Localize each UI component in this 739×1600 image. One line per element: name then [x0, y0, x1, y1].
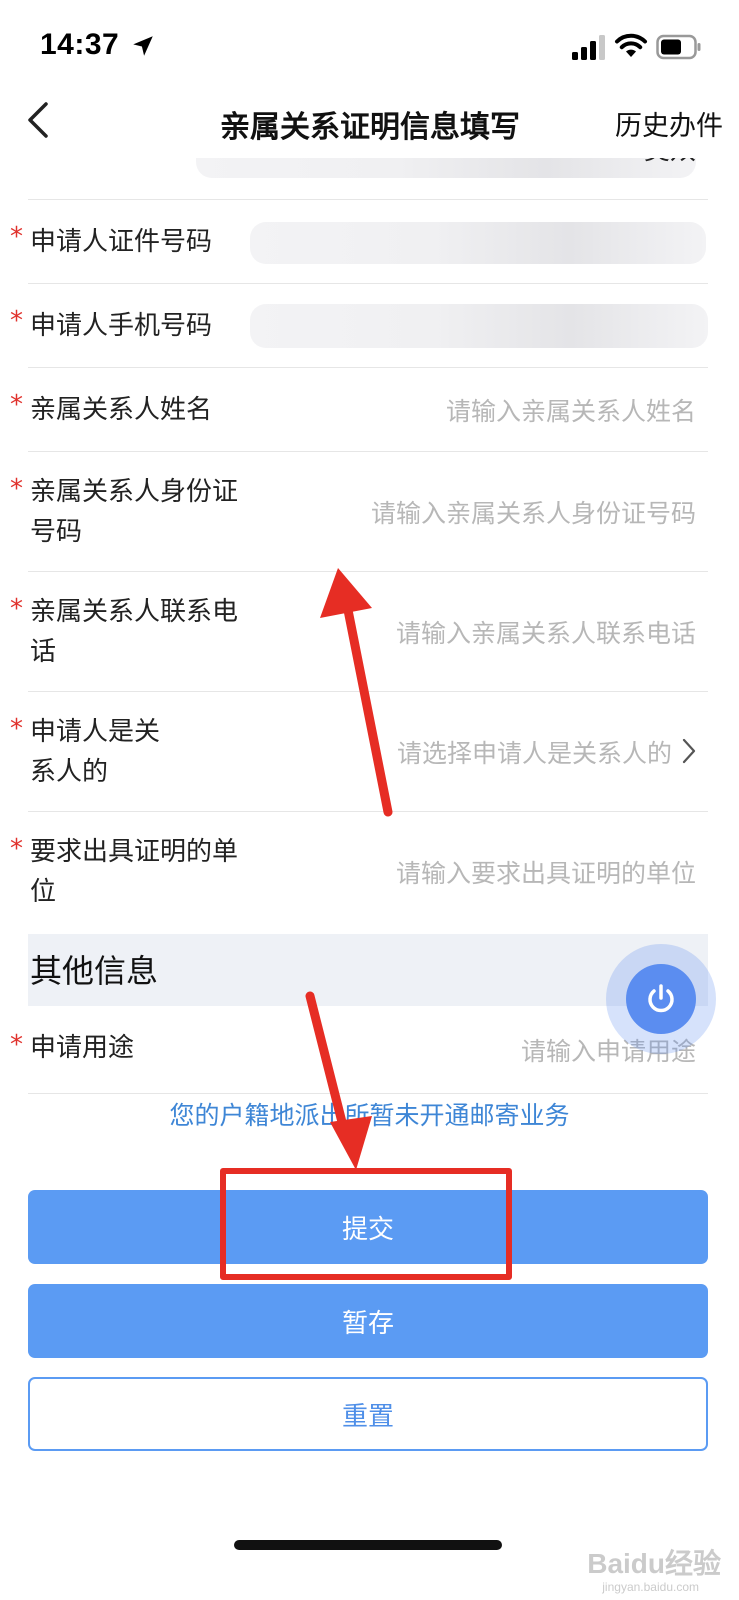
issuing-unit-input[interactable]: 请输入要求出具证明的单位	[396, 854, 696, 890]
reset-button[interactable]: 重置	[28, 1377, 708, 1451]
applicant-phone-row[interactable]: * 申请人手机号码	[10, 284, 708, 368]
required-mark: *	[10, 1030, 23, 1060]
relative-phone-label: 亲属关系人联系电话	[30, 597, 239, 667]
submit-highlight-box	[220, 1168, 512, 1280]
nav-bar: 亲属关系证明信息填写 历史办件	[0, 92, 739, 158]
baidu-jingyan-watermark: Baidu经验	[587, 1548, 721, 1579]
relative-name-input[interactable]: 请输入亲属关系人姓名	[446, 392, 696, 428]
save-draft-button[interactable]: 暂存	[28, 1284, 708, 1358]
chevron-right-icon	[682, 738, 696, 764]
relation-select[interactable]: 请选择申请人是关系人的	[397, 734, 672, 770]
relative-id-label: 亲属关系人身份证号码	[30, 477, 239, 547]
floating-assist-inner	[626, 964, 696, 1034]
relative-name-row[interactable]: * 亲属关系人姓名 请输入亲属关系人姓名	[10, 368, 708, 452]
required-mark: *	[10, 222, 23, 252]
relative-id-input[interactable]: 请输入亲属关系人身份证号码	[371, 494, 696, 530]
status-bar: 14:37	[0, 0, 739, 92]
required-mark: *	[10, 714, 23, 744]
applicant-name-field[interactable]	[196, 158, 696, 178]
issuing-unit-label: 要求出具证明的单位	[30, 837, 239, 907]
required-mark: *	[10, 390, 23, 420]
cellular-signal-icon	[572, 35, 605, 60]
relative-name-label: 亲属关系人姓名	[30, 395, 213, 425]
applicant-phone-label: 申请人手机号码	[30, 311, 213, 341]
issuing-unit-row[interactable]: * 要求出具证明的单位 请输入要求出具证明的单位	[10, 812, 708, 934]
required-mark: *	[10, 474, 23, 504]
applicant-name-row[interactable]: * 申请人姓名 吴双	[28, 158, 708, 200]
relative-phone-input[interactable]: 请输入亲属关系人联系电话	[396, 614, 696, 650]
required-mark: *	[10, 306, 23, 336]
required-mark: *	[10, 834, 23, 864]
battery-icon	[656, 34, 701, 60]
purpose-label: 申请用途	[30, 1033, 135, 1063]
applicant-name-value: 吴双	[644, 158, 696, 167]
relation-select-row[interactable]: * 申请人是关系人的 请选择申请人是关系人的	[10, 692, 708, 812]
section-title: 其他信息	[30, 952, 159, 990]
applicant-phone-field-blurred[interactable]	[250, 304, 708, 348]
applicant-id-label: 申请人证件号码	[30, 227, 213, 257]
wifi-icon	[615, 33, 647, 57]
back-chevron-icon[interactable]	[20, 98, 60, 142]
status-time: 14:37	[40, 28, 120, 61]
watermark-url: jingyan.baidu.com	[602, 1580, 699, 1594]
mail-notice: 您的户籍地派出所暂未开通邮寄业务	[169, 1101, 570, 1130]
applicant-id-field-blurred[interactable]	[250, 222, 706, 264]
page-title: 亲属关系证明信息填写	[220, 110, 520, 145]
applicant-id-row[interactable]: * 申请人证件号码	[10, 200, 708, 284]
required-mark: *	[10, 594, 23, 624]
floating-assist-button[interactable]	[606, 944, 716, 1054]
purpose-row[interactable]: * 申请用途 请输入申请用途	[10, 1006, 708, 1094]
power-icon	[648, 984, 674, 1013]
relative-id-row[interactable]: * 亲属关系人身份证号码 请输入亲属关系人身份证号码	[10, 452, 708, 572]
relative-phone-row[interactable]: * 亲属关系人联系电话 请输入亲属关系人联系电话	[10, 572, 708, 692]
history-cases-link[interactable]: 历史办件	[615, 104, 723, 143]
location-arrow-icon	[133, 36, 153, 56]
relation-label: 申请人是关系人的	[30, 717, 161, 787]
home-indicator[interactable]	[234, 1540, 502, 1550]
